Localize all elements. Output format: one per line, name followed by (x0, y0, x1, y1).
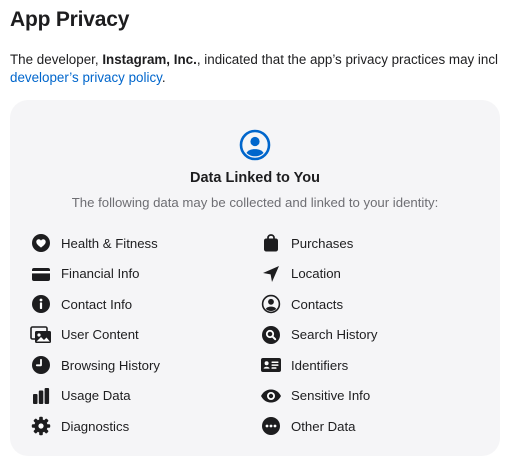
category-label: Location (291, 266, 341, 282)
category-identifiers: Identifiers (260, 350, 490, 381)
category-diagnostics: Diagnostics (30, 411, 260, 442)
intro-trailing: . (161, 70, 166, 85)
bar-chart-icon (30, 385, 52, 407)
category-financial-info: Financial Info (30, 259, 260, 290)
category-label: User Content (61, 327, 139, 343)
category-user-content: User Content (30, 320, 260, 351)
category-label: Identifiers (291, 357, 349, 373)
category-usage-data: Usage Data (30, 381, 260, 412)
category-label: Contacts (291, 296, 344, 312)
shopping-bag-icon (260, 232, 282, 254)
category-label: Financial Info (61, 266, 140, 282)
category-sensitive-info: Sensitive Info (260, 381, 490, 412)
category-search-history: Search History (260, 320, 490, 351)
magnifying-glass-icon (260, 324, 282, 346)
privacy-intro: The developer, Instagram, Inc., indicate… (10, 51, 508, 87)
intro-suffix: , indicated that the app’s privacy pract… (196, 52, 499, 67)
privacy-policy-link[interactable]: developer’s privacy policy (10, 70, 162, 85)
heart-icon (30, 232, 52, 254)
data-category-grid: Health & Fitness Purchases Financial Inf… (30, 228, 490, 442)
photos-icon (30, 324, 52, 346)
section-title: App Privacy (10, 8, 130, 31)
person-circle-icon (260, 293, 282, 315)
category-label: Purchases (291, 235, 354, 251)
category-purchases: Purchases (260, 228, 490, 259)
data-linked-card: Data Linked to You The following data ma… (10, 100, 500, 456)
intro-prefix: The developer, (10, 52, 103, 67)
category-label: Browsing History (61, 357, 160, 373)
category-label: Sensitive Info (291, 388, 371, 404)
person-circle-icon (239, 129, 271, 161)
credit-card-icon (30, 263, 52, 285)
category-other-data: Other Data (260, 411, 490, 442)
location-arrow-icon (260, 263, 282, 285)
info-icon (30, 293, 52, 315)
ellipsis-circle-icon (260, 415, 282, 437)
category-label: Diagnostics (61, 418, 130, 434)
clock-icon (30, 354, 52, 376)
intro-line: The developer, Instagram, Inc., indicate… (10, 51, 508, 69)
card-title: Data Linked to You (190, 170, 320, 186)
category-label: Health & Fitness (61, 235, 158, 251)
category-contact-info: Contact Info (30, 289, 260, 320)
category-location: Location (260, 259, 490, 290)
card-description: The following data may be collected and … (71, 195, 439, 210)
category-label: Other Data (291, 418, 356, 434)
eye-icon (260, 385, 282, 407)
category-health-fitness: Health & Fitness (30, 228, 260, 259)
category-label: Search History (291, 327, 378, 343)
category-contacts: Contacts (260, 289, 490, 320)
category-label: Contact Info (61, 296, 133, 312)
developer-name: Instagram, Inc. (102, 52, 197, 67)
category-browsing-history: Browsing History (30, 350, 260, 381)
category-label: Usage Data (61, 388, 131, 404)
id-card-icon (260, 354, 282, 376)
intro-line-2: developer’s privacy policy. (10, 69, 508, 87)
gear-icon (30, 415, 52, 437)
